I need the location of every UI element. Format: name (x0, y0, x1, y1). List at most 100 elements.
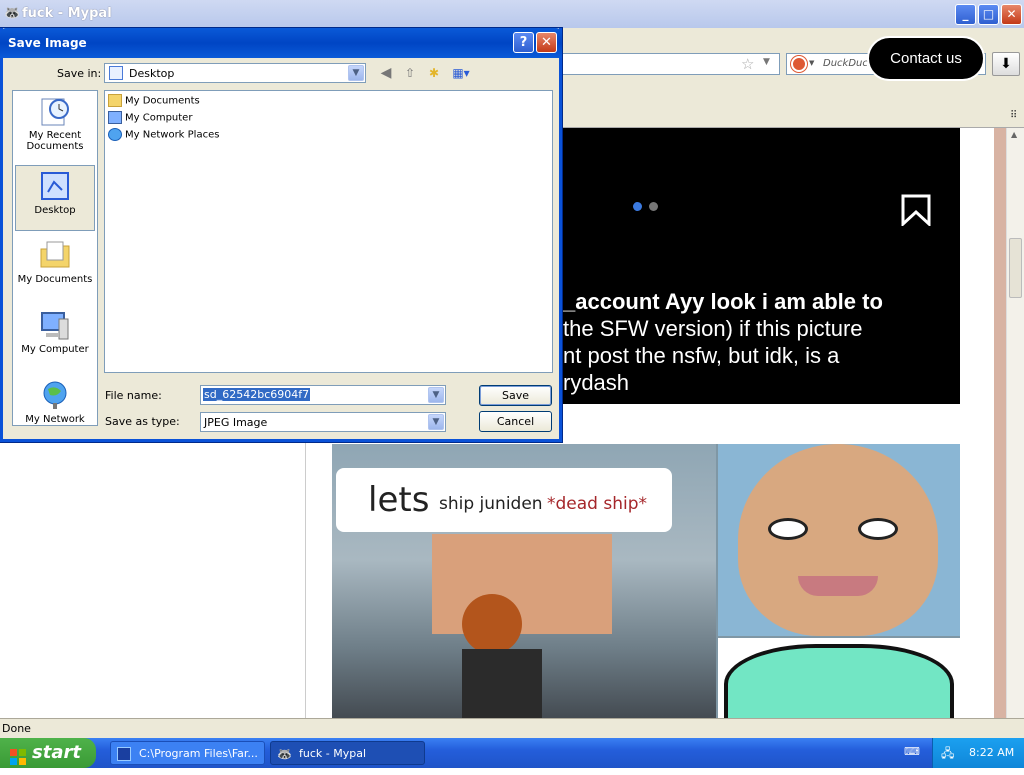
scrollbar-thumb[interactable] (1009, 238, 1022, 298)
save-in-label: Save in: (57, 67, 102, 80)
new-folder-icon[interactable]: ✱ (425, 64, 443, 82)
save-as-type-label: Save as type: (105, 415, 180, 428)
meme-text-dead: *dead ship* (547, 494, 648, 514)
url-bar[interactable]: ☆ ▼ (560, 53, 780, 75)
post-caption-line: _account Ayy look i am able to (563, 289, 883, 315)
file-name-label: File name: (105, 389, 162, 402)
cancel-button[interactable]: Cancel (479, 411, 552, 432)
list-item[interactable]: My Computer (108, 111, 192, 127)
my-computer-icon (39, 309, 71, 341)
contact-us-button[interactable]: Contact us (867, 36, 985, 81)
duckduckgo-icon[interactable] (791, 56, 807, 72)
meme-character-head (462, 594, 522, 654)
start-button[interactable]: start (0, 738, 96, 768)
my-network-icon (39, 379, 71, 411)
back-icon[interactable]: ◀ (377, 64, 395, 82)
network-icon[interactable]: 🖧 (941, 744, 957, 760)
tab-strip: ⠿ (560, 106, 1024, 128)
save-as-type-value: JPEG Image (204, 416, 268, 429)
grid-menu-icon[interactable]: ⠿ (1010, 110, 1017, 121)
windows-logo-icon (10, 745, 26, 765)
file-name-input[interactable]: sd_62542bc6904f7 ▼ (200, 385, 446, 405)
close-button[interactable]: ✕ (1001, 4, 1022, 25)
up-folder-icon[interactable]: ⇧ (401, 64, 419, 82)
taskbar-item-label: fuck - Mypal (299, 747, 367, 760)
browser-title: fuck - Mypal (22, 6, 112, 21)
place-label: My Computer (21, 344, 89, 355)
chevron-down-icon[interactable]: ▼ (428, 387, 444, 403)
file-label: My Computer (125, 112, 193, 124)
chevron-down-icon[interactable]: ▼ (428, 414, 444, 430)
meme-face (738, 444, 938, 636)
folder-icon (108, 94, 122, 107)
taskbar-item-mypal[interactable]: 🦝 fuck - Mypal (270, 741, 425, 765)
meme-face-eye-right (858, 518, 898, 540)
file-label: My Documents (125, 95, 200, 107)
system-tray: 🖧 8:22 AM (932, 738, 1024, 768)
meme-speech-bubble: lets ship juniden *dead ship* (336, 468, 672, 532)
minimize-button[interactable]: _ (955, 4, 976, 25)
download-arrow-icon[interactable]: ⬇ (992, 52, 1020, 76)
mypal-icon: 🦝 (277, 747, 292, 761)
meme-wall (432, 534, 612, 634)
post-caption-line: rydash (563, 370, 630, 395)
far-manager-icon (117, 747, 131, 761)
chevron-down-icon[interactable]: ▼ (348, 65, 364, 81)
carousel-dot[interactable] (649, 202, 658, 211)
place-desktop[interactable]: Desktop (15, 165, 95, 231)
save-image-dialog: Save Image ? ✕ Save in: Desktop ▼ ◀ ⇧ ✱ … (0, 28, 562, 442)
meme-text-ship: ship juniden (439, 494, 543, 514)
place-my-documents[interactable]: My Documents (15, 239, 95, 285)
scroll-up-arrow-icon[interactable]: ▲ (1011, 130, 1017, 139)
dialog-title: Save Image (8, 36, 87, 50)
network-places-icon (108, 128, 122, 141)
meme-image[interactable]: lets ship juniden *dead ship* (332, 444, 960, 718)
computer-icon (108, 111, 122, 124)
list-item[interactable]: My Documents (108, 94, 200, 110)
meme-character-body (462, 649, 542, 718)
bookmark-star-icon[interactable]: ☆ (741, 55, 754, 73)
carousel-dot-active[interactable] (633, 202, 642, 211)
place-label: My Documents (17, 274, 93, 285)
view-menu-icon[interactable]: ▦▾ (449, 64, 473, 82)
page-right-edge-image (994, 128, 1006, 718)
taskbar-item-far[interactable]: C:\Program Files\Far... (110, 741, 265, 765)
place-label: My Recent (28, 130, 82, 141)
save-as-type-select[interactable]: JPEG Image ▼ (200, 412, 446, 432)
save-in-select[interactable]: Desktop ▼ (104, 63, 366, 83)
browser-title-bar: 🦝 fuck - Mypal _ □ ✕ (0, 0, 1024, 28)
start-label: start (32, 742, 81, 763)
meme-cat-panel (718, 638, 960, 718)
save-in-value: Desktop (129, 67, 175, 80)
search-engine-dropdown-icon[interactable]: ▼ (809, 59, 814, 67)
clock[interactable]: 8:22 AM (969, 746, 1014, 759)
bookmark-icon[interactable] (901, 194, 931, 228)
meme-face-eye-left (768, 518, 808, 540)
place-label: Documents (26, 141, 84, 152)
place-my-computer[interactable]: My Computer (15, 309, 95, 355)
taskbar: start C:\Program Files\Far... 🦝 fuck - M… (0, 738, 1024, 768)
meme-face-mouth (798, 576, 878, 596)
keyboard-icon[interactable]: ⌨ (904, 745, 920, 759)
my-documents-icon (39, 239, 71, 271)
status-text: Done (2, 722, 31, 735)
dialog-title-bar[interactable]: Save Image ? ✕ (0, 28, 562, 58)
place-my-recent-documents[interactable]: My Recent Documents (15, 95, 95, 152)
url-dropdown-icon[interactable]: ▼ (763, 57, 770, 67)
meme-face-panel (718, 444, 960, 636)
place-my-network[interactable]: My Network (15, 379, 95, 425)
maximize-button[interactable]: □ (978, 4, 999, 25)
post-caption-line: the SFW version) if this picture (563, 316, 863, 341)
mypal-icon: 🦝 (4, 6, 21, 21)
file-name-value[interactable]: sd_62542bc6904f7 (203, 388, 311, 401)
help-button[interactable]: ? (513, 32, 534, 53)
save-button[interactable]: Save (479, 385, 552, 406)
list-item[interactable]: My Network Places (108, 128, 219, 144)
post-caption-line: nt post the nsfw, but idk, is a (563, 343, 840, 368)
file-list[interactable]: My Documents My Computer My Network Plac… (104, 90, 553, 373)
desktop-small-icon (109, 66, 123, 80)
place-label: Desktop (34, 205, 76, 216)
vertical-scrollbar[interactable]: ▲ (1006, 128, 1024, 718)
meme-cat (724, 644, 954, 718)
dialog-close-button[interactable]: ✕ (536, 32, 557, 53)
